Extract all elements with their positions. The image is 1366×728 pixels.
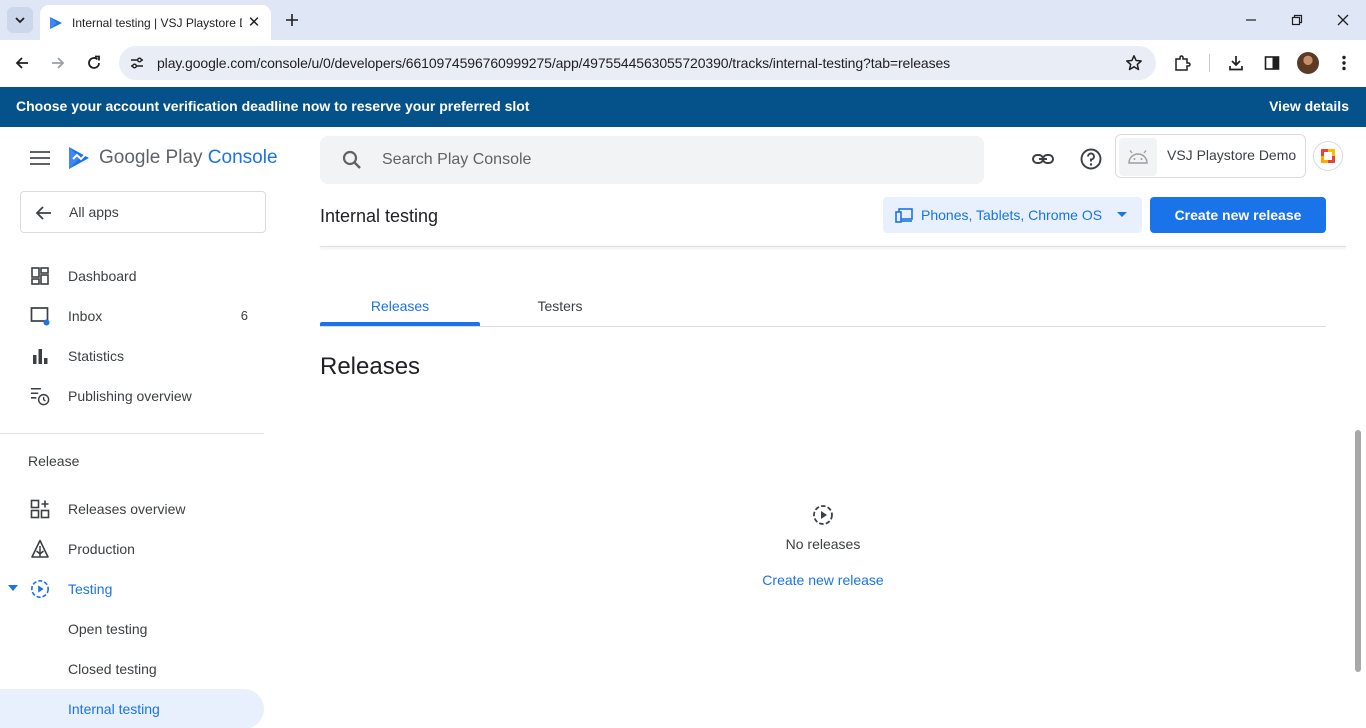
- page-title: Internal testing: [320, 206, 439, 226]
- sidebar-item-label: Production: [68, 541, 135, 557]
- testing-icon: [30, 579, 50, 599]
- minimize-button[interactable]: [1239, 8, 1263, 32]
- arrow-left-icon: [15, 57, 28, 69]
- testing-icon: [813, 505, 833, 525]
- sidebar-section-release: Release: [28, 453, 80, 469]
- restore-icon: [1291, 14, 1303, 26]
- sidebar-item-label: Testing: [68, 581, 113, 597]
- create-new-release-button[interactable]: Create new release: [1150, 197, 1326, 233]
- sidebar-item-label: Dashboard: [68, 268, 137, 284]
- url-text: play.google.com/console/u/0/developers/6…: [157, 55, 951, 71]
- sidebar-item-label: Statistics: [68, 348, 125, 364]
- dashboard-icon: [30, 266, 50, 286]
- help-icon[interactable]: [1079, 147, 1103, 171]
- empty-state-text: No releases: [785, 536, 861, 552]
- sidebar-item-label: Closed testing: [68, 661, 157, 677]
- sidebar-item-closed-testing[interactable]: Closed testing: [0, 649, 264, 689]
- browser-tab[interactable]: Internal testing | VSJ Playstore D ✕: [40, 5, 271, 40]
- search-icon: [342, 150, 361, 169]
- side-panel-icon[interactable]: [1261, 52, 1283, 74]
- devices-icon: [895, 208, 913, 223]
- menu-icon[interactable]: [30, 151, 50, 165]
- search-bar[interactable]: Search Play Console: [320, 136, 984, 184]
- all-apps-label: All apps: [69, 204, 119, 220]
- sidebar-item-publishing-overview[interactable]: Publishing overview: [0, 376, 264, 416]
- site-settings-icon[interactable]: [127, 53, 147, 73]
- android-icon: [1119, 138, 1157, 176]
- tab-releases[interactable]: Releases: [320, 290, 480, 326]
- sidebar-item-label: Publishing overview: [68, 388, 192, 404]
- sidebar-item-releases-overview[interactable]: Releases overview: [0, 489, 264, 529]
- releases-heading: Releases: [320, 353, 421, 380]
- browser-tab-strip: Internal testing | VSJ Playstore D ✕: [0, 0, 1366, 40]
- page-scrollbar[interactable]: [1355, 430, 1361, 672]
- extensions-icon[interactable]: [1171, 52, 1193, 74]
- view-details-link[interactable]: View details: [1269, 98, 1349, 114]
- all-apps-button[interactable]: All apps: [20, 191, 266, 233]
- back-button[interactable]: [7, 48, 37, 78]
- expand-caret-icon[interactable]: [8, 585, 18, 591]
- banner-message: Choose your account verification deadlin…: [16, 98, 530, 114]
- restore-button[interactable]: [1285, 8, 1309, 32]
- sidebar-item-label: Releases overview: [68, 501, 186, 517]
- inbox-icon: [30, 306, 50, 326]
- bar-chart-icon: [30, 346, 50, 366]
- sidebar-item-label: Inbox: [68, 308, 103, 324]
- tab-search-button[interactable]: [7, 7, 33, 33]
- play-console-logo-icon: [69, 147, 89, 169]
- publishing-icon: [30, 386, 50, 406]
- device-filter-label: Phones, Tablets, Chrome OS: [921, 207, 1103, 223]
- dropdown-arrow-icon: [1117, 212, 1127, 217]
- sidebar: Google Play Console All apps Dashboard I…: [0, 127, 278, 728]
- reload-button[interactable]: [79, 48, 109, 78]
- production-icon: [30, 539, 50, 559]
- bookmark-star-icon[interactable]: [1124, 53, 1144, 73]
- arrow-right-icon: [52, 57, 65, 69]
- sidebar-item-label: Open testing: [68, 621, 148, 637]
- search-placeholder: Search Play Console: [382, 151, 532, 168]
- device-filter-dropdown[interactable]: Phones, Tablets, Chrome OS: [883, 197, 1142, 233]
- tabs-divider: [320, 326, 1326, 327]
- chevron-down-icon: [15, 17, 25, 24]
- forward-button[interactable]: [43, 48, 73, 78]
- account-avatar[interactable]: [1313, 141, 1343, 171]
- address-bar[interactable]: play.google.com/console/u/0/developers/6…: [119, 46, 1156, 80]
- toolbar-divider: [1209, 54, 1210, 72]
- sidebar-item-internal-testing[interactable]: Internal testing: [0, 689, 264, 728]
- link-icon[interactable]: [1031, 147, 1055, 171]
- sidebar-item-label: Internal testing: [68, 701, 160, 717]
- arrow-left-icon: [33, 203, 53, 223]
- plus-icon: [286, 14, 298, 26]
- browser-tab-title: Internal testing | VSJ Playstore D: [72, 15, 242, 30]
- sidebar-item-inbox[interactable]: Inbox 6: [0, 296, 264, 336]
- create-new-release-link[interactable]: Create new release: [743, 572, 903, 588]
- minimize-icon: [1246, 19, 1256, 21]
- reload-icon: [88, 55, 100, 69]
- logo-text: Google Play Console: [99, 147, 278, 168]
- play-console-favicon-icon: [48, 14, 66, 32]
- app-name: VSJ Playstore Demo: [1167, 147, 1297, 163]
- more-menu-icon[interactable]: [1333, 52, 1355, 74]
- developer-logo-icon: [1321, 149, 1335, 163]
- header-divider: [320, 246, 1346, 247]
- sidebar-item-dashboard[interactable]: Dashboard: [0, 256, 264, 296]
- play-console-logo[interactable]: Google Play Console: [66, 145, 278, 171]
- sidebar-item-statistics[interactable]: Statistics: [0, 336, 264, 376]
- verification-banner: Choose your account verification deadlin…: [0, 87, 1366, 127]
- close-tab-icon[interactable]: ✕: [245, 13, 263, 31]
- new-tab-button[interactable]: [281, 9, 303, 31]
- inbox-count: 6: [240, 308, 248, 323]
- sidebar-divider: [0, 433, 264, 434]
- browser-toolbar: play.google.com/console/u/0/developers/6…: [0, 40, 1366, 87]
- downloads-icon[interactable]: [1225, 52, 1247, 74]
- sidebar-item-testing[interactable]: Testing: [0, 569, 264, 609]
- close-icon: [1337, 14, 1349, 26]
- grid-plus-icon: [30, 499, 50, 519]
- app-switcher[interactable]: VSJ Playstore Demo: [1115, 134, 1306, 178]
- sidebar-item-production[interactable]: Production: [0, 529, 264, 569]
- tab-testers[interactable]: Testers: [480, 290, 640, 326]
- close-window-button[interactable]: [1331, 8, 1355, 32]
- sidebar-item-open-testing[interactable]: Open testing: [0, 609, 264, 649]
- browser-profile-avatar[interactable]: [1297, 52, 1319, 74]
